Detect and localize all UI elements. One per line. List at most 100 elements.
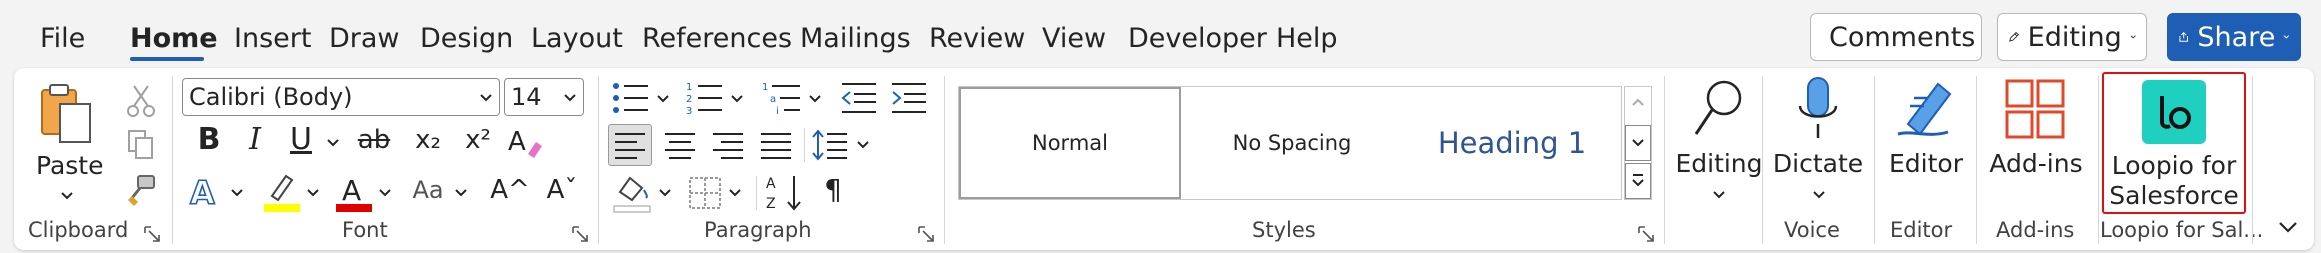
bullets-icon[interactable] (612, 80, 650, 116)
chevron-down-icon[interactable] (378, 188, 392, 198)
editing-mode-button[interactable]: Editing (1997, 13, 2147, 61)
dialog-launcher-icon[interactable] (918, 226, 934, 242)
microphone-icon[interactable] (1796, 76, 1840, 142)
scroll-down-button[interactable] (1625, 125, 1651, 161)
find-icon[interactable] (1692, 76, 1746, 140)
tab-view[interactable]: View (1042, 22, 1106, 56)
strikethrough-button[interactable]: ab (354, 122, 394, 158)
bold-button[interactable]: B (194, 122, 224, 158)
chevron-down-icon[interactable] (326, 138, 340, 148)
font-size-combo[interactable]: 14 (504, 78, 584, 116)
tab-home[interactable]: Home (130, 22, 218, 56)
chevron-down-icon[interactable] (230, 188, 244, 198)
subscript-button[interactable]: x₂ (410, 122, 446, 158)
tab-mailings[interactable]: Mailings (800, 22, 911, 56)
group-separator (1762, 76, 1763, 244)
chevron-down-icon[interactable] (2278, 220, 2298, 234)
editor-button-label[interactable]: Editor (1886, 148, 1966, 180)
align-left-icon[interactable] (608, 124, 652, 166)
align-right-icon[interactable] (708, 126, 748, 164)
pencil-icon (2009, 31, 2019, 42)
editor-icon[interactable] (1894, 78, 1960, 140)
chevron-down-icon[interactable] (658, 188, 672, 198)
chevron-down-icon[interactable] (808, 94, 822, 104)
editing-mode-label: Editing (2027, 21, 2122, 53)
chevron-down-icon[interactable] (656, 94, 670, 104)
svg-text:A: A (342, 174, 361, 207)
line-spacing-icon[interactable] (810, 126, 850, 164)
cut-icon[interactable] (126, 84, 156, 118)
tab-references[interactable]: References (642, 22, 792, 56)
add-ins-button-label[interactable]: Add-ins (1988, 148, 2084, 180)
share-button[interactable]: Share (2167, 13, 2301, 61)
numbering-icon[interactable]: 123 (686, 80, 724, 116)
borders-icon[interactable] (686, 174, 724, 212)
chevron-down-icon[interactable] (1812, 190, 1826, 200)
dialog-launcher-icon[interactable] (144, 226, 160, 242)
styles-more-button[interactable] (1625, 163, 1651, 199)
dialog-launcher-icon[interactable] (1638, 226, 1654, 242)
group-label-clipboard: Clipboard (28, 218, 129, 242)
chevron-down-icon[interactable] (856, 140, 870, 150)
show-formatting-button[interactable]: ¶ (818, 172, 848, 208)
grow-font-button[interactable]: A^ (490, 172, 530, 208)
sort-icon[interactable]: AZ (766, 172, 806, 214)
group-label-font: Font (342, 218, 388, 242)
change-case-button[interactable]: Aa (408, 172, 448, 208)
style-heading-1[interactable]: Heading 1 (1403, 87, 1621, 199)
tab-draw[interactable]: Draw (329, 22, 400, 56)
decrease-indent-icon[interactable] (840, 80, 878, 116)
divider (756, 176, 757, 210)
group-separator (172, 76, 173, 244)
justify-icon[interactable] (756, 126, 796, 164)
style-no-spacing-label: No Spacing (1232, 131, 1352, 155)
font-name-combo[interactable]: Calibri (Body) (182, 78, 500, 116)
loopio-logo-icon (2142, 80, 2206, 144)
highlight-color-icon[interactable] (262, 170, 302, 214)
chevron-down-icon[interactable] (454, 188, 468, 198)
tab-developer[interactable]: Developer (1128, 22, 1267, 56)
font-color-icon[interactable]: A (334, 170, 374, 214)
tab-review[interactable]: Review (929, 22, 1025, 56)
copy-icon[interactable] (126, 128, 156, 162)
comments-label: Comments (1829, 21, 1976, 53)
clear-formatting-icon[interactable]: A (506, 124, 546, 160)
more-icon (1632, 174, 1644, 187)
comments-button[interactable]: Comments (1810, 13, 1982, 61)
shading-icon[interactable] (612, 172, 652, 214)
loopio-for-salesforce-button[interactable]: Loopio for Salesforce (2102, 72, 2246, 214)
tab-help[interactable]: Help (1276, 22, 1338, 56)
tab-file[interactable]: File (40, 22, 85, 56)
chevron-down-icon[interactable] (1712, 190, 1726, 200)
shrink-font-button[interactable]: Aˇ (542, 172, 582, 208)
add-ins-icon[interactable] (2004, 78, 2066, 140)
divider (804, 128, 805, 162)
editing-label[interactable]: Editing (1674, 148, 1764, 180)
group-separator (598, 76, 599, 244)
format-painter-icon[interactable] (126, 174, 158, 208)
group-separator (2098, 76, 2099, 244)
dialog-launcher-icon[interactable] (572, 226, 588, 242)
increase-indent-icon[interactable] (890, 80, 928, 116)
underline-button[interactable]: U (286, 122, 316, 158)
svg-text:1: 1 (762, 82, 768, 93)
chevron-down-icon[interactable] (730, 94, 744, 104)
group-label-styles: Styles (1252, 218, 1316, 242)
tab-layout[interactable]: Layout (531, 22, 623, 56)
text-effects-icon[interactable]: A (186, 172, 226, 212)
chevron-down-icon[interactable] (306, 188, 320, 198)
chevron-down-icon[interactable] (60, 191, 74, 201)
tab-design[interactable]: Design (420, 22, 513, 56)
style-no-spacing[interactable]: No Spacing (1181, 87, 1403, 199)
superscript-button[interactable]: x² (460, 122, 496, 158)
dictate-label[interactable]: Dictate (1770, 148, 1866, 180)
paste-icon[interactable] (38, 82, 94, 146)
scroll-up-icon[interactable] (1631, 97, 1645, 107)
tab-insert[interactable]: Insert (234, 22, 311, 56)
group-separator (2252, 76, 2253, 244)
style-normal[interactable]: Normal (959, 87, 1181, 199)
multilevel-list-icon[interactable]: 1ai (762, 80, 802, 116)
chevron-down-icon[interactable] (728, 188, 742, 198)
italic-button[interactable]: I (240, 122, 270, 158)
align-center-icon[interactable] (660, 126, 700, 164)
